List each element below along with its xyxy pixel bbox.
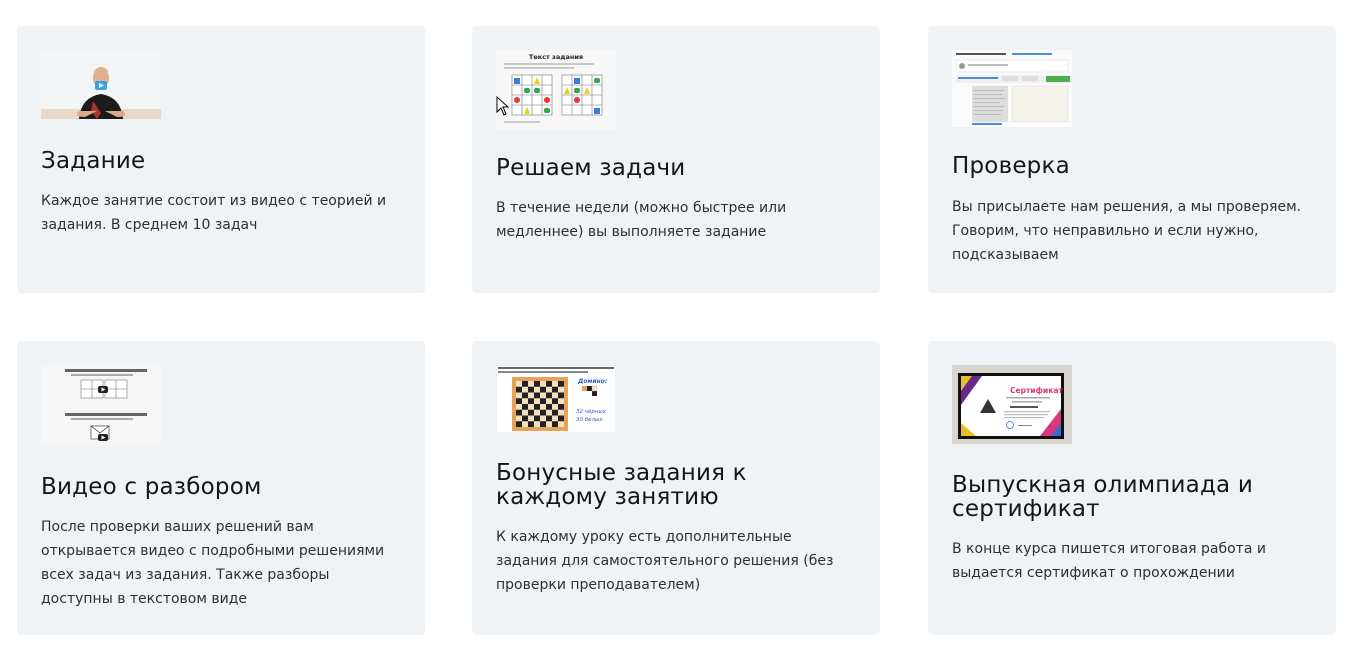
chess-square — [558, 415, 564, 422]
chess-square — [534, 392, 540, 399]
card-text: В конце курса пишется итоговая работа и … — [952, 541, 1266, 581]
card-text: После проверки ваших решений вам открыва… — [41, 519, 385, 607]
review-comments-thumbnail[interactable] — [952, 50, 1072, 127]
chess-square — [558, 404, 564, 410]
chess-square — [540, 398, 546, 404]
thumb-line: 32 чёрных — [576, 409, 607, 415]
feature-card-review: Проверка Вы присылаете нам решения, а мы… — [928, 26, 1336, 293]
thumb-heading: Сертификат — [1010, 386, 1063, 395]
chess-square — [546, 415, 552, 422]
chess-square — [528, 386, 534, 393]
chess-square — [552, 421, 558, 427]
puzzle-grid-thumbnail[interactable]: Текст задания — [496, 50, 616, 129]
chess-square — [534, 381, 540, 387]
card-text: К каждому уроку есть дополнительные зада… — [496, 529, 834, 593]
certificate-thumbnail[interactable]: Сертификат — [952, 365, 1072, 444]
chess-square — [546, 392, 552, 399]
feature-card-video-solution: Видео с разбором После проверки ваших ре… — [17, 341, 425, 635]
chess-square — [516, 386, 522, 393]
feature-card-task: Задание Каждое занятие состоит из видео … — [17, 26, 425, 293]
chess-square — [546, 404, 552, 410]
card-title: Видео с разбором — [41, 474, 262, 500]
chess-square — [522, 381, 528, 387]
chess-square — [516, 409, 522, 416]
chessboard-thumbnail[interactable]: Домино: 32 чёрных 30 белых — [496, 365, 616, 433]
chess-square — [522, 404, 528, 410]
chess-square — [522, 392, 528, 399]
thumb-heading: Домино: — [577, 378, 607, 385]
mouse-cursor-icon — [496, 96, 510, 116]
card-title: Задание — [41, 148, 146, 174]
chess-square — [540, 421, 546, 427]
chess-square — [528, 398, 534, 404]
chess-square — [558, 381, 564, 387]
feature-card-certificate: Сертификат Выпускная олимпиада и сертифи… — [928, 341, 1336, 635]
chess-square — [522, 415, 528, 422]
card-title: Проверка — [952, 153, 1070, 179]
card-text: В течение недели (можно быстрее или медл… — [496, 200, 787, 240]
chess-square — [558, 392, 564, 399]
chess-square — [540, 409, 546, 416]
chess-square — [516, 421, 522, 427]
thumb-heading: Текст задания — [529, 53, 583, 61]
thumb-line: 30 белых — [576, 417, 603, 423]
card-title: Бонусные задания к каждому занятию — [496, 460, 747, 510]
feature-card-solve: Текст задания Решаем задачи В течение не… — [472, 26, 880, 293]
card-title: Выпускная олимпиада и сертификат — [952, 472, 1254, 522]
feature-card-bonus: Домино: 32 чёрных 30 белых Бонусные зада… — [472, 341, 880, 635]
card-text: Вы присылаете нам решения, а мы проверяе… — [952, 199, 1302, 263]
teacher-video-thumbnail[interactable] — [41, 51, 161, 119]
chess-square — [528, 409, 534, 416]
chess-square — [540, 386, 546, 393]
chess-square — [516, 398, 522, 404]
chess-square — [528, 421, 534, 427]
chess-square — [552, 409, 558, 416]
chess-square — [552, 386, 558, 393]
chess-square — [534, 404, 540, 410]
chess-square — [534, 415, 540, 422]
card-title: Решаем задачи — [496, 155, 686, 181]
chess-square — [552, 398, 558, 404]
card-text: Каждое занятие состоит из видео с теорие… — [41, 193, 387, 233]
solution-video-thumbnail[interactable] — [41, 365, 161, 445]
chess-square — [546, 381, 552, 387]
